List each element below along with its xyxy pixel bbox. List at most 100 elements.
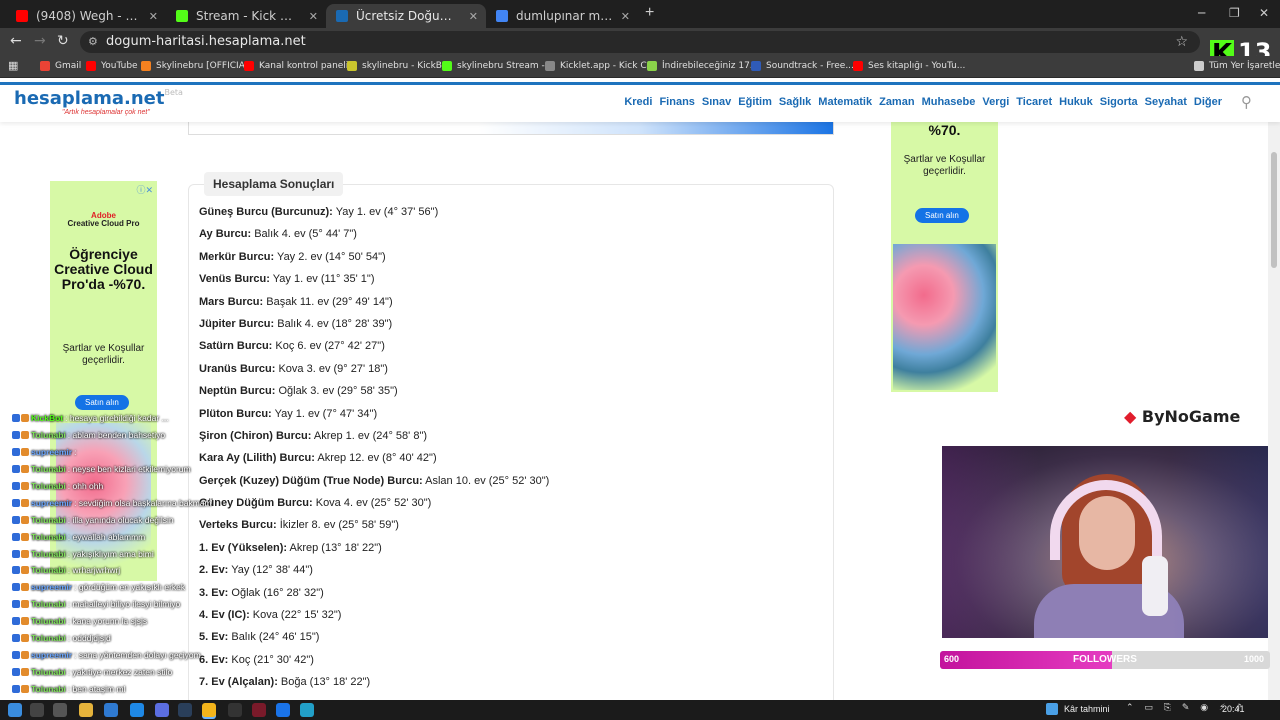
chat-username: Tolunabi: [31, 599, 66, 610]
search-icon[interactable]: [30, 703, 44, 717]
ad-buy-button[interactable]: Satın alın: [915, 208, 969, 223]
ad-right[interactable]: %70. Şartlar ve Koşullar geçerlidir. Sat…: [891, 122, 998, 392]
chat-badges: [12, 566, 29, 575]
browser-tab[interactable]: Ücretsiz Doğum Haritası Hesap ✕: [326, 4, 486, 28]
nav-link[interactable]: Hukuk: [1059, 96, 1093, 108]
outlook-icon[interactable]: [104, 703, 118, 717]
bookmark-item[interactable]: Kanal kontrol paneli...: [244, 61, 357, 71]
bookmark-label: Soundtrack - Free...: [766, 61, 854, 71]
apps-grid-icon[interactable]: ▦: [8, 59, 18, 72]
subscriber-badge-icon: [12, 448, 20, 457]
ad-buy-button[interactable]: Satın alın: [75, 395, 129, 410]
bookmark-item[interactable]: Ses kitaplığı - YouTu...: [853, 61, 965, 71]
gift-badge-icon: [21, 414, 29, 423]
tab-close-icon[interactable]: ✕: [309, 10, 318, 23]
browser-tab[interactable]: Stream - Kick Dashboard ✕: [166, 4, 326, 28]
bookmark-item[interactable]: Kicklet.app - Kick C...: [545, 61, 655, 71]
result-row: Uranüs Burcu: Kova 3. ev (9° 27' 18"): [199, 363, 819, 385]
tab-close-icon[interactable]: ✕: [149, 10, 158, 23]
restore-icon[interactable]: ❐: [1229, 6, 1240, 20]
bookmark-item[interactable]: Soundtrack - Free...: [751, 61, 854, 71]
scrollbar-thumb[interactable]: [1271, 152, 1277, 268]
vscode-icon[interactable]: [130, 703, 144, 717]
nav-link[interactable]: Muhasebe: [922, 96, 976, 108]
ad-choices-icon[interactable]: ⓘ✕: [136, 183, 153, 196]
reload-icon[interactable]: ↻: [57, 33, 69, 49]
browser-tab[interactable]: (9408) Wegh - Tuzlu Kahve (Of ✕: [6, 4, 166, 28]
tab-favicon-icon: [16, 10, 28, 22]
site-info-icon[interactable]: ⚙: [88, 31, 98, 53]
browser-tab[interactable]: dumlupınar mahallesi nerede ✕: [486, 4, 638, 28]
nav-link[interactable]: Sınav: [702, 96, 731, 108]
nav-link[interactable]: Sigorta: [1100, 96, 1138, 108]
sponsor-logo: ◆ ByNoGame: [1124, 407, 1240, 426]
nav-link[interactable]: Vergi: [982, 96, 1009, 108]
url-bar[interactable]: ⚙ dogum-haritasi.hesaplama.net ☆: [80, 31, 1200, 53]
bookmark-item[interactable]: skylinebru - KickBot: [347, 61, 451, 71]
chat-badges: [12, 583, 29, 592]
forward-icon[interactable]: →: [34, 33, 46, 49]
result-value: Balık 4. ev (5° 44' 7"): [251, 228, 357, 241]
nav-link[interactable]: Finans: [659, 96, 694, 108]
app-icon-2[interactable]: [276, 703, 290, 717]
nav-link[interactable]: Kredi: [624, 96, 652, 108]
nav-link[interactable]: Matematik: [818, 96, 872, 108]
tab-favicon-icon: [496, 10, 508, 22]
weather-widget[interactable]: Kâr tahmini: [1046, 703, 1110, 715]
result-row: Güneş Burcu (Burcunuz): Yay 1. ev (4° 37…: [199, 206, 819, 228]
result-label: Jüpiter Burcu:: [199, 317, 275, 330]
chat-badges: [12, 448, 29, 457]
bookmark-star-icon[interactable]: ☆: [1175, 31, 1188, 53]
chat-badges: [12, 515, 29, 524]
taskbar-clock[interactable]: 20:41: [1222, 704, 1245, 714]
chat-text: : yakıtiye merkez zaten stilo: [67, 666, 173, 677]
task-view-icon[interactable]: [53, 703, 67, 717]
file-explorer-icon[interactable]: [79, 703, 93, 717]
nav-link[interactable]: Ticaret: [1016, 96, 1052, 108]
steam-icon[interactable]: [178, 703, 192, 717]
bookmark-favicon-icon: [442, 61, 452, 71]
close-window-icon[interactable]: ✕: [1259, 6, 1269, 20]
nav-link[interactable]: Seyahat: [1145, 96, 1187, 108]
start-icon[interactable]: [8, 703, 22, 717]
tab-close-icon[interactable]: ✕: [621, 10, 630, 23]
chat-message: Tolunabi: mahalleyi biliyo ilesyi bilmiy…: [12, 596, 372, 613]
bookmark-favicon-icon: [545, 61, 555, 71]
bookmark-item[interactable]: skylinebru Stream -...: [442, 61, 553, 71]
chat-message: Tolunabi: ablam benden bahsetiyo: [12, 427, 372, 444]
result-label: Neptün Burcu:: [199, 385, 276, 398]
chat-message: supreemir: sevdiğim olsa başkalarına bak…: [12, 494, 372, 511]
bookmark-item[interactable]: YouTube: [86, 61, 138, 71]
bookmark-item[interactable]: İndirebileceğiniz 17...: [647, 61, 758, 71]
tab-close-icon[interactable]: ✕: [469, 10, 478, 23]
chat-username: Tolunabi: [31, 531, 66, 542]
nav-link[interactable]: Eğitim: [738, 96, 772, 108]
bookmark-item[interactable]: Skylinebru [OFFICIA...: [141, 61, 253, 71]
chat-message: Tolunabi: wrharjwrhwrj: [12, 562, 372, 579]
minimize-icon[interactable]: ─: [1198, 6, 1205, 20]
app-icon[interactable]: [252, 703, 266, 717]
chat-username: Tolunabi: [31, 481, 66, 491]
edge-icon[interactable]: [300, 703, 314, 717]
nav-link[interactable]: Sağlık: [779, 96, 811, 108]
chrome-icon[interactable]: [202, 703, 216, 717]
chat-text: : neyse ben kizlari etkilemiyorum: [67, 464, 191, 475]
nav-link[interactable]: Zaman: [879, 96, 914, 108]
bookmark-item[interactable]: Gmail: [40, 61, 81, 71]
screen: (9408) Wegh - Tuzlu Kahve (Of✕Stream - K…: [0, 0, 1280, 720]
result-row: Neptün Burcu: Oğlak 3. ev (29° 58' 35"): [199, 385, 819, 407]
result-label: Venüs Burcu:: [199, 273, 270, 286]
nav-link[interactable]: Diğer: [1194, 96, 1222, 108]
new-tab-button[interactable]: +: [645, 4, 654, 22]
bookmark-item[interactable]: Tüm Yer İşaretleri: [1194, 61, 1280, 71]
ad-headline: Öğrenciye Creative Cloud Pro'da -%70.: [54, 246, 153, 292]
discord-icon[interactable]: [155, 703, 169, 717]
chat-badges: [12, 650, 29, 659]
calculator-banner: [188, 122, 834, 135]
page-scrollbar[interactable]: [1268, 122, 1280, 700]
search-icon[interactable]: ⚲: [1241, 93, 1252, 111]
obs-icon[interactable]: [228, 703, 242, 717]
back-icon[interactable]: ←: [10, 33, 22, 49]
site-logo[interactable]: hesaplama.netBeta: [14, 88, 183, 109]
bookmark-favicon-icon: [40, 61, 50, 71]
